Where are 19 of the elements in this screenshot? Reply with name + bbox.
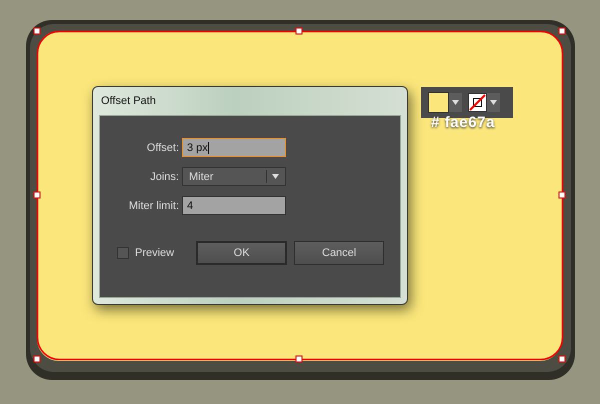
dialog-button[interactable]: Cancel	[294, 241, 384, 265]
field-label: Miter limit:	[128, 200, 179, 212]
joins-dropdown[interactable]: Miter	[182, 167, 286, 186]
dialog-title: Offset Path	[100, 94, 157, 109]
stroke-none-icon[interactable]	[468, 93, 487, 112]
checkbox-label: Preview	[135, 247, 174, 259]
dropdown-button[interactable]	[487, 93, 500, 112]
hex-color-caption: # fae67a	[431, 114, 496, 131]
dialog-button[interactable]: OK	[196, 241, 288, 265]
dropdown-caret-icon	[272, 174, 279, 179]
field-label: Offset:	[146, 142, 179, 154]
preview-checkbox[interactable]	[117, 247, 129, 259]
input-field[interactable]: 4	[182, 196, 286, 215]
caret-icon	[452, 100, 459, 105]
dropdown-button[interactable]	[449, 93, 462, 112]
field-label: Joins:	[149, 170, 179, 182]
fill-swatch[interactable]	[428, 92, 449, 113]
caret-icon	[490, 100, 497, 105]
input-field[interactable]: 3 px	[182, 138, 286, 157]
